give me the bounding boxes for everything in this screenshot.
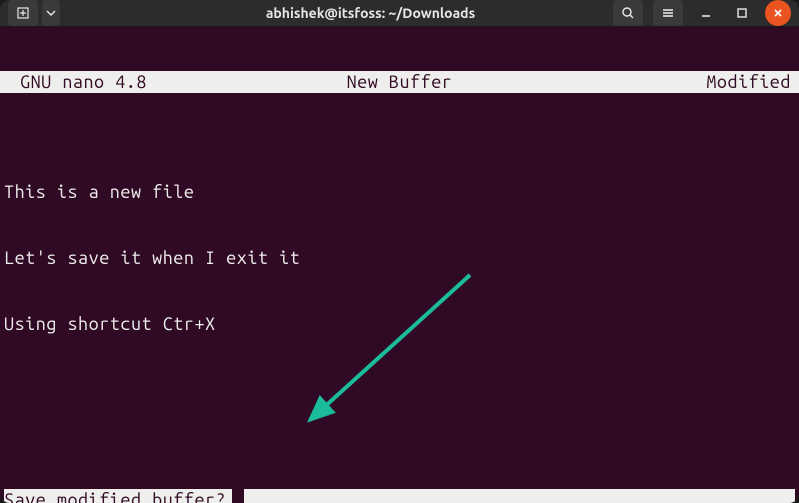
menu-button[interactable] — [653, 0, 683, 26]
terminal-window: abhishek@itsfoss: ~/Downloads — [0, 0, 799, 503]
save-prompt-bar: Save modified buffer? — [4, 489, 795, 503]
newtab-icon — [16, 6, 30, 20]
titlebar: abhishek@itsfoss: ~/Downloads — [0, 0, 799, 26]
new-tab-button[interactable] — [8, 0, 38, 26]
nano-buffer-name: New Buffer — [265, 71, 534, 93]
nano-version: GNU nano 4.8 — [4, 71, 265, 93]
nano-header: GNU nano 4.8 New Buffer Modified — [0, 71, 799, 93]
search-button[interactable] — [613, 0, 643, 26]
save-prompt-text: Save modified buffer? — [4, 489, 226, 503]
terminal-area[interactable]: GNU nano 4.8 New Buffer Modified This is… — [0, 26, 799, 503]
titlebar-left — [8, 0, 128, 26]
maximize-button[interactable] — [729, 0, 755, 26]
content-line: This is a new file — [4, 181, 795, 203]
search-icon — [621, 6, 635, 20]
maximize-icon — [736, 7, 748, 19]
tab-dropdown-button[interactable] — [42, 0, 60, 26]
prompt-cursor-gap — [232, 489, 244, 503]
minimize-button[interactable] — [693, 0, 719, 26]
minimize-icon — [700, 7, 712, 19]
hamburger-icon — [661, 6, 675, 20]
close-button[interactable] — [765, 0, 791, 26]
close-icon — [772, 7, 784, 19]
titlebar-right — [613, 0, 791, 26]
content-line: Using shortcut Ctr+X — [4, 313, 795, 335]
chevron-down-icon — [46, 8, 56, 18]
editor-content: This is a new file Let's save it when I … — [0, 137, 799, 379]
nano-modified-flag: Modified — [534, 71, 795, 93]
window-title: abhishek@itsfoss: ~/Downloads — [128, 5, 613, 21]
content-line: Let's save it when I exit it — [4, 247, 795, 269]
